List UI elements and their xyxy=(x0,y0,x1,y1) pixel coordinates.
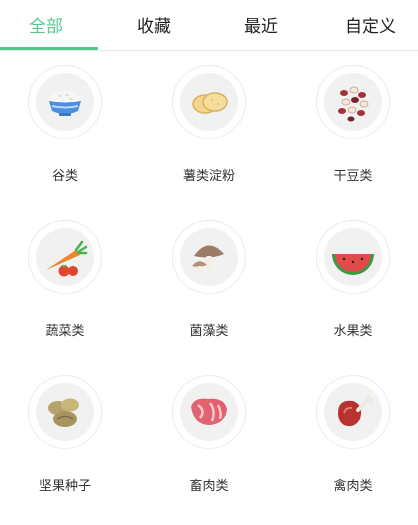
nuts-icon xyxy=(36,383,94,441)
category-label: 坚果种子 xyxy=(38,479,91,494)
category-label: 谷类 xyxy=(51,169,78,184)
icon-frame xyxy=(316,65,390,139)
tab-recent[interactable]: 最近 xyxy=(244,12,278,37)
dried-beans-icon xyxy=(324,73,382,131)
icon-frame xyxy=(172,220,246,294)
icon-frame xyxy=(316,220,390,294)
tab-custom[interactable]: 自定义 xyxy=(345,12,396,37)
raw-meat-icon xyxy=(180,383,238,441)
tab-favorites[interactable]: 收藏 xyxy=(137,12,171,37)
rice-bowl-icon xyxy=(36,73,94,131)
icon-frame xyxy=(316,375,390,449)
icon-frame xyxy=(28,65,102,139)
category-nuts-seeds[interactable]: 坚果种子 xyxy=(0,375,130,525)
category-label: 水果类 xyxy=(333,324,373,339)
category-label: 薯类淀粉 xyxy=(182,169,235,184)
category-label: 禽肉类 xyxy=(333,479,373,494)
watermelon-icon xyxy=(324,228,382,286)
category-fungi-algae[interactable]: 菌藻类 xyxy=(144,220,274,370)
category-vegetables[interactable]: 蔬菜类 xyxy=(0,220,130,370)
icon-frame xyxy=(172,65,246,139)
poultry-leg-icon xyxy=(324,383,382,441)
category-tubers-starch[interactable]: 薯类淀粉 xyxy=(144,65,274,215)
icon-frame xyxy=(172,375,246,449)
category-label: 菌藻类 xyxy=(189,324,229,339)
category-label: 蔬菜类 xyxy=(45,324,85,339)
category-fruits[interactable]: 水果类 xyxy=(288,220,418,370)
tab-divider xyxy=(0,50,418,51)
category-label: 干豆类 xyxy=(333,169,373,184)
category-dried-beans[interactable]: 干豆类 xyxy=(288,65,418,215)
carrot-tomato-icon xyxy=(36,228,94,286)
category-poultry-meat[interactable]: 禽肉类 xyxy=(288,375,418,525)
tab-bar: 全部 收藏 最近 自定义 xyxy=(0,0,418,51)
category-label: 畜肉类 xyxy=(189,479,229,494)
tab-all[interactable]: 全部 xyxy=(29,12,63,37)
icon-frame xyxy=(28,220,102,294)
category-grains[interactable]: 谷类 xyxy=(0,65,130,215)
mushroom-icon xyxy=(180,228,238,286)
potato-slices-icon xyxy=(180,73,238,131)
category-livestock-meat[interactable]: 畜肉类 xyxy=(144,375,274,525)
icon-frame xyxy=(28,375,102,449)
